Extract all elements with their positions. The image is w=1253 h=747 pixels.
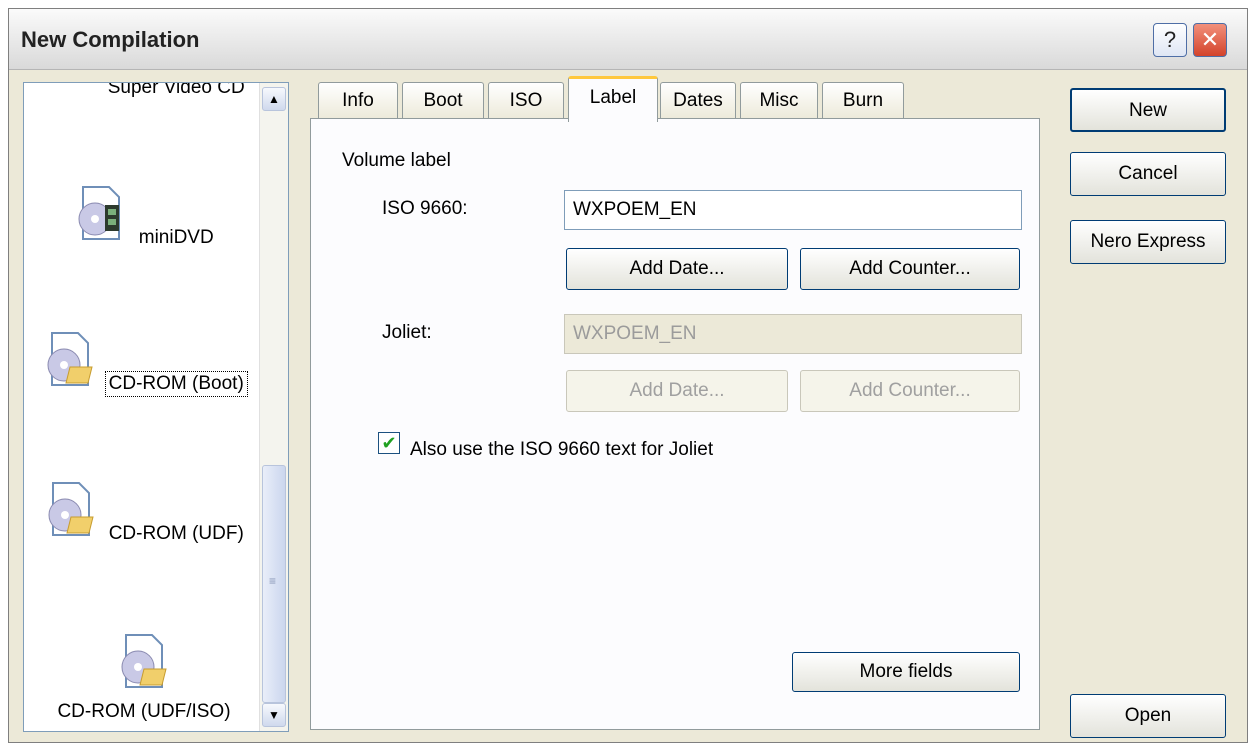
nero-express-button[interactable]: Nero Express bbox=[1070, 220, 1226, 264]
tab-burn[interactable]: Burn bbox=[822, 82, 904, 120]
tab-boot[interactable]: Boot bbox=[402, 82, 484, 120]
video-cd-icon bbox=[40, 82, 100, 93]
joliet-add-counter-button: Add Counter... bbox=[800, 370, 1020, 412]
cdrom-udf-icon bbox=[48, 482, 94, 536]
compilation-type-list[interactable]: Super Video CD miniDVD CD-ROM (Boot) CD-… bbox=[23, 82, 289, 732]
iso9660-label: ISO 9660: bbox=[382, 198, 468, 219]
volume-label-heading: Volume label bbox=[342, 150, 451, 171]
cdrom-boot-icon bbox=[47, 332, 93, 386]
cancel-button[interactable]: Cancel bbox=[1070, 152, 1226, 196]
list-item-label: CD-ROM (UDF) bbox=[108, 523, 244, 544]
tab-dates[interactable]: Dates bbox=[660, 82, 736, 120]
tab-misc[interactable]: Misc bbox=[740, 82, 818, 120]
title-bar: New Compilation ? ✕ bbox=[9, 9, 1247, 70]
joliet-input: WXPOEM_EN bbox=[564, 314, 1022, 354]
joliet-label: Joliet: bbox=[382, 322, 432, 343]
add-date-button[interactable]: Add Date... bbox=[566, 248, 788, 290]
use-iso-for-joliet-label[interactable]: Also use the ISO 9660 text for Joliet bbox=[410, 439, 713, 461]
help-button[interactable]: ? bbox=[1153, 23, 1187, 57]
list-item[interactable]: CD-ROM (UDF) bbox=[24, 479, 264, 546]
list-item-label: CD-ROM (Boot) bbox=[104, 371, 248, 397]
scroll-up-button[interactable]: ▲ bbox=[262, 87, 286, 111]
grip-icon: ≡ bbox=[269, 574, 277, 588]
list-item[interactable]: CD-ROM (Boot) bbox=[24, 329, 264, 397]
use-iso-for-joliet-checkbox[interactable]: ✔ bbox=[378, 432, 400, 454]
scroll-thumb[interactable]: ≡ bbox=[262, 465, 286, 703]
list-item-label: Super Video CD bbox=[107, 82, 245, 98]
tab-iso[interactable]: ISO bbox=[488, 82, 564, 120]
add-counter-button[interactable]: Add Counter... bbox=[800, 248, 1020, 290]
close-button[interactable]: ✕ bbox=[1193, 23, 1227, 57]
iso9660-input[interactable]: WXPOEM_EN bbox=[564, 190, 1022, 230]
joliet-add-date-button: Add Date... bbox=[566, 370, 788, 412]
new-button[interactable]: New bbox=[1070, 88, 1226, 132]
cdrom-udf-iso-icon bbox=[121, 634, 167, 688]
tab-label[interactable]: Label bbox=[568, 76, 658, 122]
minidvd-icon bbox=[78, 186, 121, 240]
list-item-label: CD-ROM (UDF/ISO) bbox=[57, 701, 231, 722]
list-item[interactable]: CD-ROM (UDF/ISO) bbox=[24, 631, 264, 724]
tab-info[interactable]: Info bbox=[318, 82, 398, 120]
scroll-down-button[interactable]: ▼ bbox=[262, 703, 286, 727]
list-item-label: miniDVD bbox=[138, 227, 214, 248]
list-item[interactable]: miniDVD bbox=[24, 183, 264, 250]
window-title: New Compilation bbox=[21, 27, 200, 52]
open-button[interactable]: Open bbox=[1070, 694, 1226, 738]
list-scrollbar[interactable]: ▲ ≡ ▼ bbox=[259, 83, 288, 731]
more-fields-button[interactable]: More fields bbox=[792, 652, 1020, 692]
list-item[interactable]: Super Video CD bbox=[24, 82, 264, 100]
